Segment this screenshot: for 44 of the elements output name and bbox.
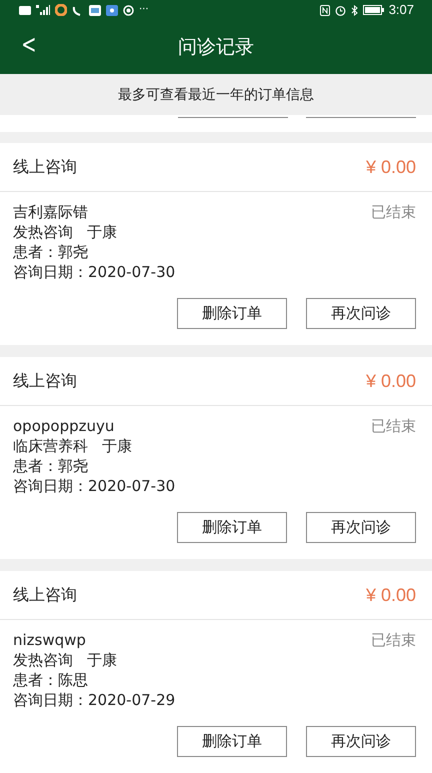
order-type: 线上咨询	[13, 370, 77, 392]
signal-icon	[36, 5, 50, 15]
consult-again-button[interactable]: 再次问诊	[306, 512, 416, 543]
order-name: 吉利嘉际错	[13, 202, 88, 222]
consult-date: 咨询日期：2020-07-30	[13, 262, 176, 282]
order-type: 线上咨询	[13, 584, 77, 606]
patient-name: 患者：郭尧	[13, 456, 89, 476]
button-edge[interactable]	[178, 115, 288, 118]
department: 发热咨询	[13, 650, 73, 670]
doctor-name: 于康	[87, 650, 117, 670]
order-status: 已结束	[371, 630, 416, 650]
order-price: ¥ 0.00	[366, 370, 416, 392]
page-title: 问诊记录	[178, 35, 254, 60]
battery-icon	[362, 5, 384, 15]
order-status: 已结束	[371, 416, 416, 436]
nfc-icon	[320, 4, 330, 16]
order-name: nizswqwp	[13, 630, 86, 650]
bluetooth-icon	[350, 4, 358, 16]
order-price: ¥ 0.00	[366, 584, 416, 606]
patient-name: 患者：陈思	[13, 670, 89, 690]
order-status: 已结束	[371, 202, 416, 222]
order-name: opopoppzuyu	[13, 416, 114, 436]
order-price: ¥ 0.00	[366, 156, 416, 178]
doctor-name: 于康	[87, 222, 117, 242]
consult-again-button[interactable]: 再次问诊	[306, 726, 416, 757]
consult-date: 咨询日期：2020-07-29	[13, 690, 176, 710]
clock-time: 3:07	[388, 3, 414, 17]
delete-order-button[interactable]: 删除订单	[177, 512, 287, 543]
app-icon	[55, 4, 67, 16]
alarm-icon	[334, 4, 346, 16]
more-indicator: ···	[139, 5, 149, 15]
order-type: 线上咨询	[13, 156, 77, 178]
back-button[interactable]: <	[18, 30, 40, 60]
delete-order-button[interactable]: 删除订单	[177, 298, 287, 329]
image-icon	[89, 4, 101, 16]
department: 临床营养科	[13, 436, 88, 456]
department: 发热咨询	[13, 222, 73, 242]
button-edge[interactable]	[306, 115, 416, 118]
doctor-name: 于康	[102, 436, 132, 456]
delete-order-button[interactable]: 删除订单	[177, 726, 287, 757]
app-icon	[106, 4, 118, 16]
patient-name: 患者：郭尧	[13, 242, 89, 262]
consult-date: 咨询日期：2020-07-30	[13, 476, 176, 496]
consult-again-button[interactable]: 再次问诊	[306, 298, 416, 329]
